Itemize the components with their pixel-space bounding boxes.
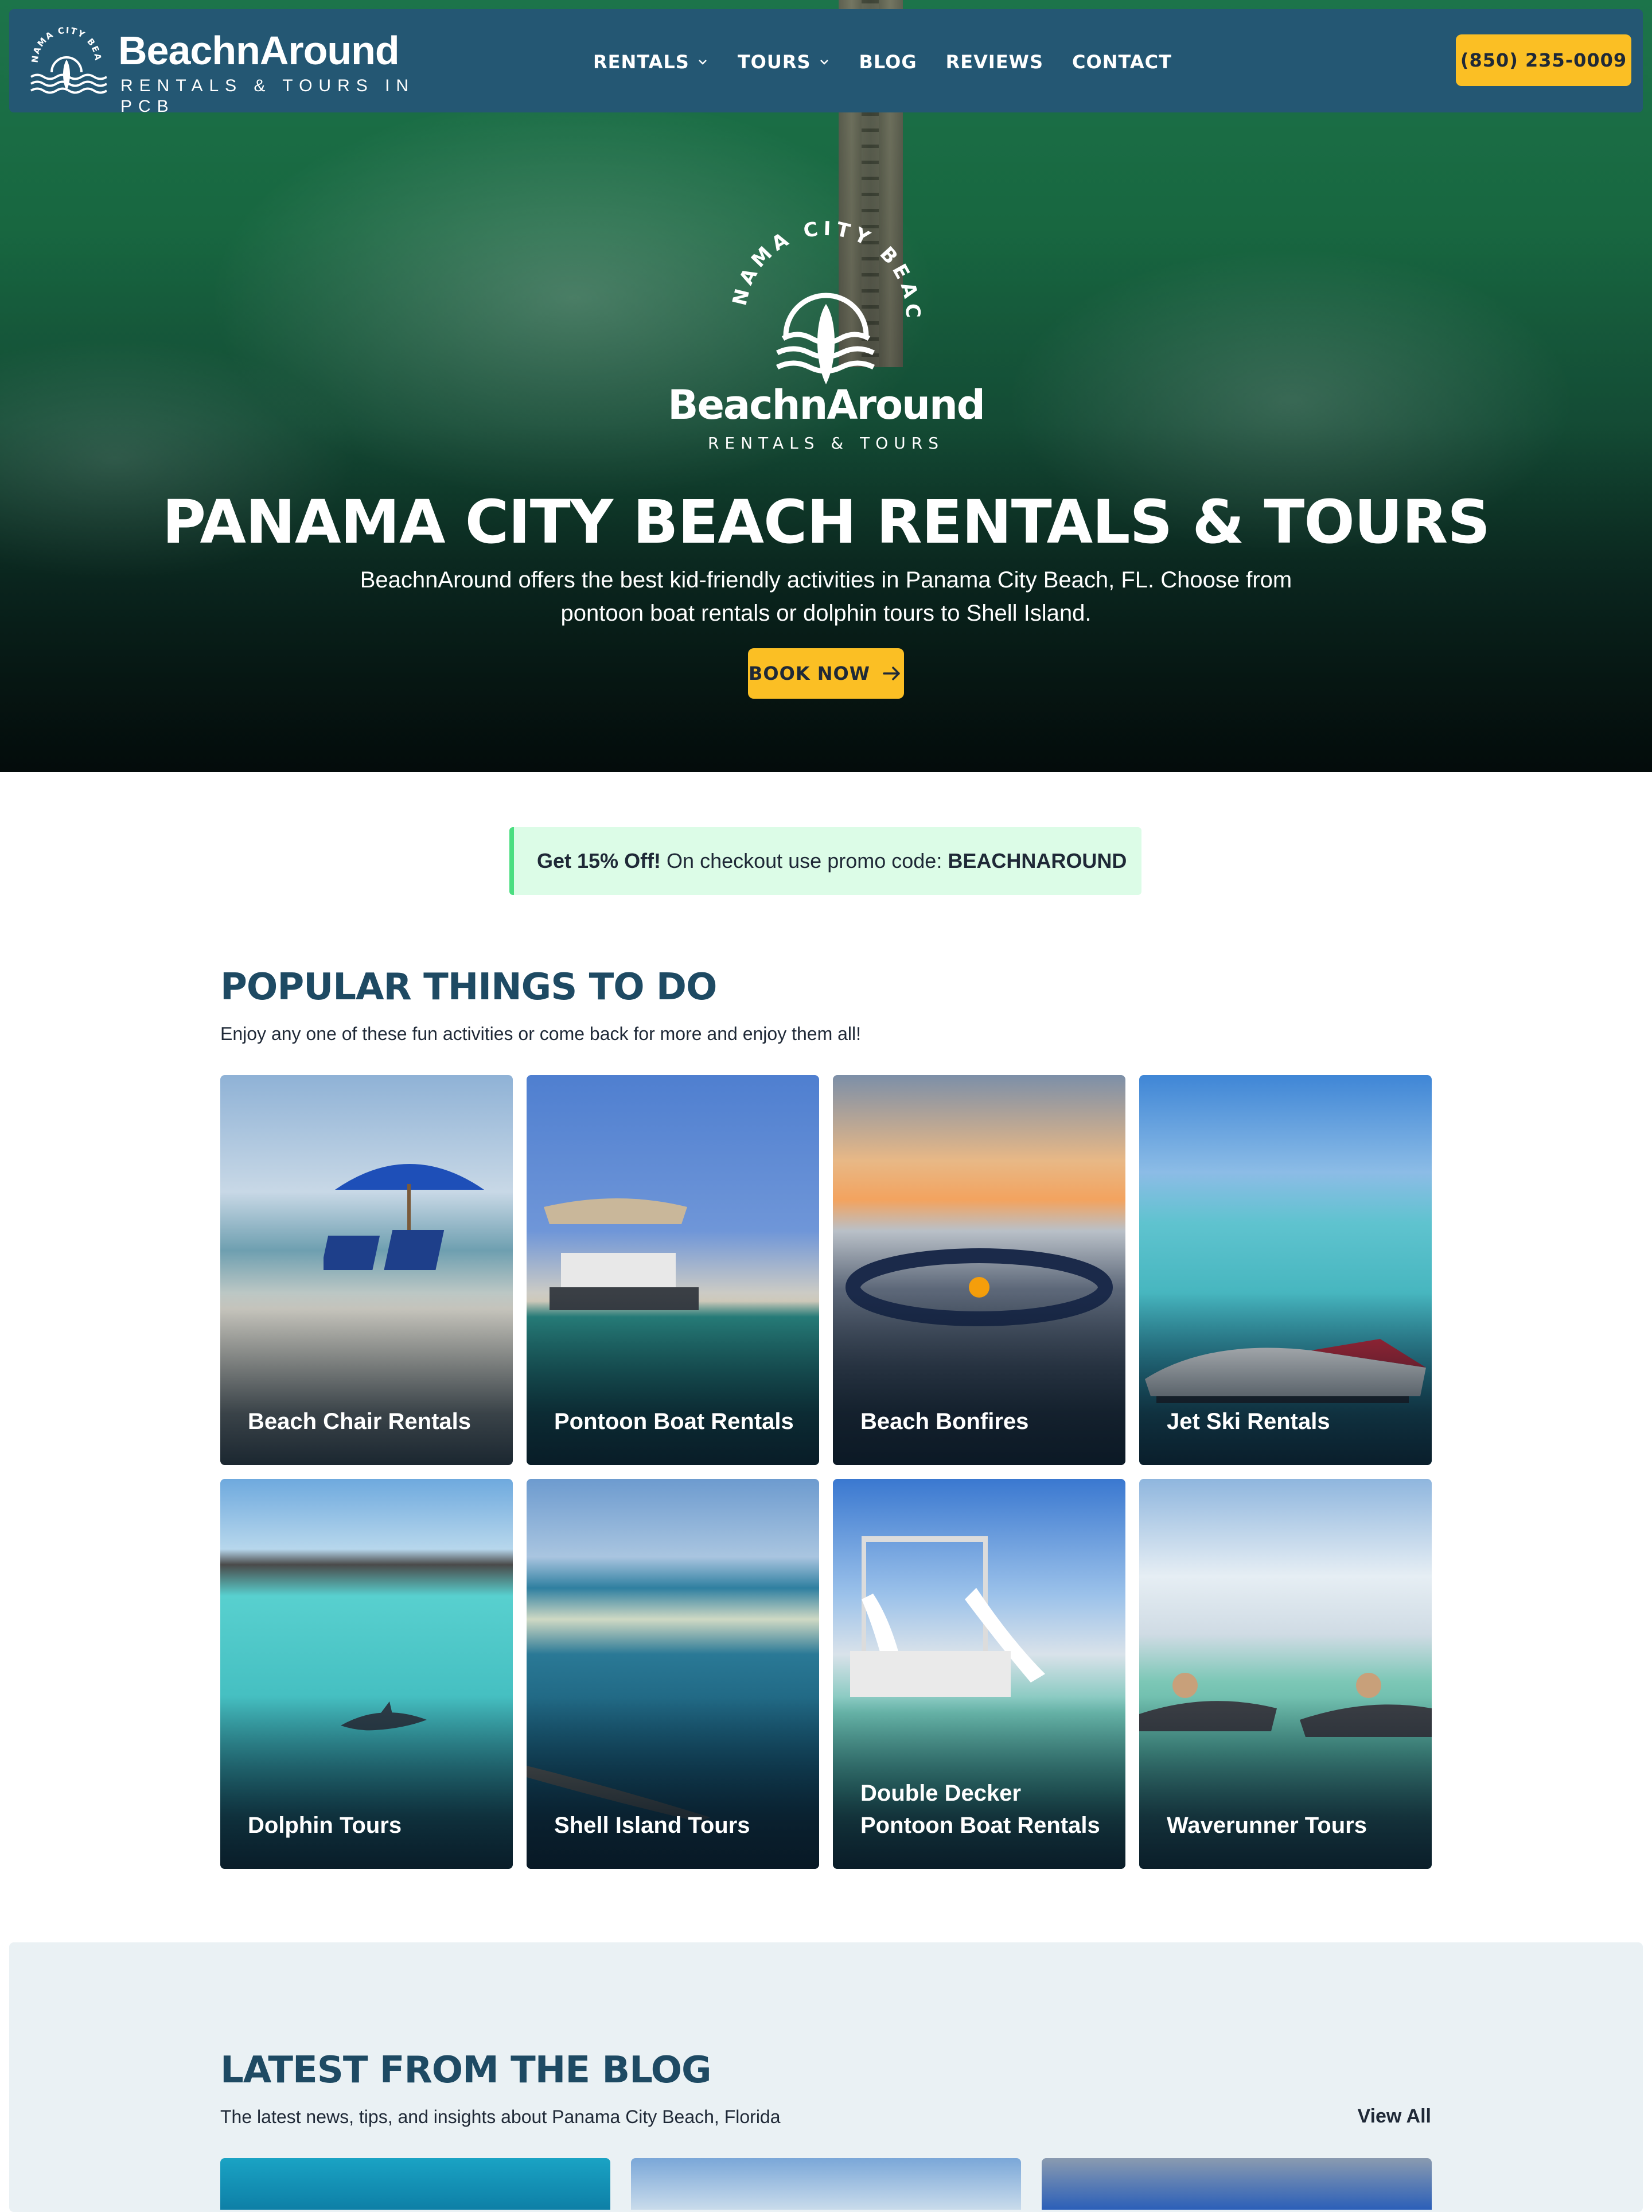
book-now-label: BOOK NOW [748, 663, 870, 684]
blog-card-thumbnail[interactable] [631, 2158, 1021, 2210]
activity-card-label: Pontoon Boat Rentals [554, 1409, 794, 1434]
arrow-right-icon [883, 667, 900, 680]
main-menu: RENTALS TOURS BLOG REVIEWS CONTACT [593, 46, 1172, 78]
activity-card[interactable]: Double Decker Pontoon Boat Rentals [833, 1479, 1125, 1869]
blog-subtitle: The latest news, tips, and insights abou… [220, 2106, 781, 2127]
nav-rentals[interactable]: RENTALS [593, 51, 709, 73]
phone-button[interactable]: (850) 235-0009 [1456, 34, 1631, 86]
activity-card-label: Beach Bonfires [860, 1409, 1029, 1434]
svg-text:PANAMA CITY BEACH: PANAMA CITY BEACH [665, 212, 924, 323]
nav-contact[interactable]: CONTACT [1072, 51, 1172, 73]
view-all-link[interactable]: View All [1342, 2105, 1432, 2128]
hero-title: PANAMA CITY BEACH RENTALS & TOURS [162, 487, 1490, 557]
promo-lead: Get 15% Off! [537, 849, 661, 873]
activity-card[interactable]: Waverunner Tours [1139, 1479, 1432, 1869]
activity-card[interactable]: Shell Island Tours [527, 1479, 819, 1869]
activity-card-label: Dolphin Tours [248, 1813, 402, 1838]
nav-blog[interactable]: BLOG [859, 51, 917, 73]
activity-card[interactable]: Beach Bonfires [833, 1075, 1125, 1465]
svg-text:RENTALS & TOURS: RENTALS & TOURS [708, 434, 944, 453]
activity-card-label: Double Decker Pontoon Boat Rentals [860, 1781, 1100, 1838]
activity-card-label: Waverunner Tours [1167, 1813, 1367, 1838]
logo-tagline: RENTALS & TOURS IN PCB [120, 76, 415, 116]
promo-code: BEACHNAROUND [948, 849, 1127, 873]
nav-reviews[interactable]: REVIEWS [946, 51, 1043, 73]
promo-banner: Get 15% Off! On checkout use promo code:… [509, 827, 1141, 895]
book-now-button[interactable]: BOOK NOW [748, 648, 904, 699]
beach-umbrella-icon [324, 1164, 484, 1270]
activity-card[interactable]: Pontoon Boat Rentals [527, 1075, 819, 1465]
navbar: PANAMA CITY BEACH BeachnAround RENTALS &… [9, 9, 1643, 116]
popular-subtitle: Enjoy any one of these fun activities or… [220, 1023, 862, 1044]
activity-card[interactable]: Dolphin Tours [220, 1479, 513, 1869]
popular-title: POPULAR THINGS TO DO [220, 966, 717, 1008]
hero-subtitle: BeachnAround offers the best kid-friendl… [360, 567, 1292, 626]
activity-card-label: Jet Ski Rentals [1167, 1409, 1330, 1434]
nav-tours[interactable]: TOURS [738, 51, 831, 73]
activity-card-label: Shell Island Tours [554, 1813, 750, 1838]
promo-text: On checkout use promo code: [661, 849, 948, 873]
chevron-down-icon [698, 60, 707, 65]
chevron-down-icon [820, 60, 828, 65]
blog-title: LATEST FROM THE BLOG [220, 2049, 712, 2092]
logo-name: BeachnAround [118, 28, 400, 73]
site-logo[interactable]: PANAMA CITY BEACH BeachnAround RENTALS &… [26, 24, 416, 116]
activity-card-label: Beach Chair Rentals [248, 1409, 472, 1434]
hero-logo: PANAMA CITY BEACH BeachnAround RENTALS &… [665, 212, 985, 453]
svg-text:BeachnAround: BeachnAround [668, 381, 984, 429]
blog-card-thumbnail[interactable] [1042, 2158, 1432, 2210]
logo-mark-icon: PANAMA CITY BEACH [26, 24, 107, 94]
blog-card-thumbnail[interactable] [220, 2158, 610, 2210]
activity-card[interactable]: Beach Chair Rentals [220, 1075, 513, 1465]
activity-card[interactable]: Jet Ski Rentals [1139, 1075, 1432, 1465]
